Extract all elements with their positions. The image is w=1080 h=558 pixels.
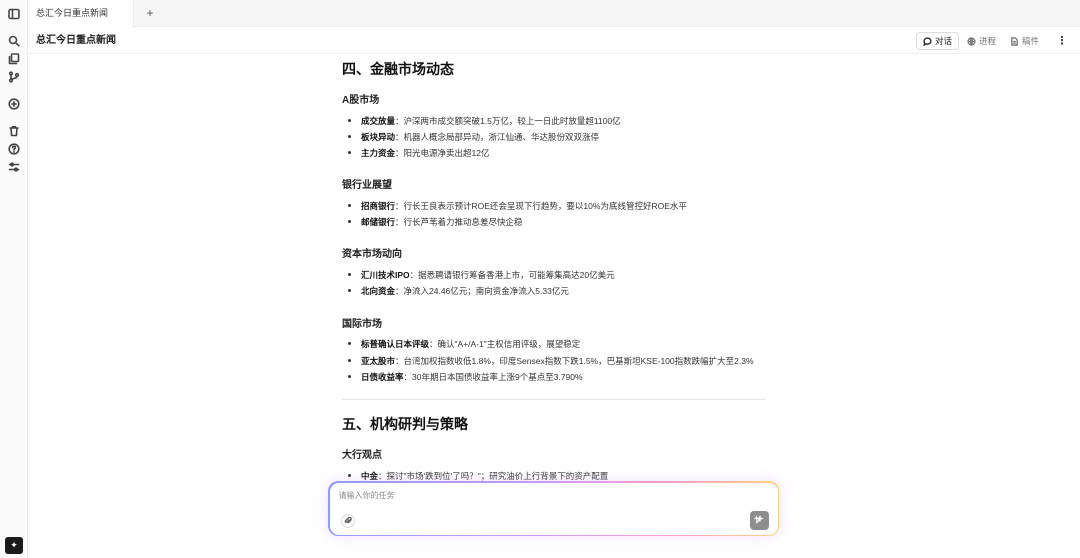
document-icon — [1011, 36, 1018, 46]
app-logo-icon[interactable]: ✦ — [5, 537, 23, 554]
tab-progress[interactable]: 进程 — [961, 32, 1002, 50]
item-key: 中金 — [361, 471, 379, 481]
composer — [328, 481, 779, 536]
item-text: ：净流入24.46亿元；南向资金净流入5.33亿元 — [395, 286, 569, 296]
list-item: 标普确认日本评级：确认"A+/A-1"主权信用评级，展望稳定 — [348, 338, 580, 350]
section-title: 五、机构研判与策略 — [342, 416, 468, 432]
item-text: ：探讨"市场'跌到位'了吗？"；研究油价上行背景下的资产配置 — [378, 471, 609, 481]
tab-active[interactable]: 总汇今日重点新闻 — [28, 0, 134, 27]
list-item: 主力资金：阳光电源净卖出超12亿 — [348, 147, 489, 159]
settings-sliders-icon[interactable] — [7, 160, 21, 174]
item-key: 北向资金 — [361, 286, 396, 296]
tab-manuscript[interactable]: 稿件 — [1004, 32, 1045, 50]
task-input[interactable] — [338, 490, 719, 500]
item-key: 板块异动 — [361, 132, 396, 142]
item-key: 主力资金 — [361, 148, 396, 158]
tab-progress-label: 进程 — [979, 36, 997, 46]
paperclip-icon — [344, 516, 352, 524]
chat-bubble-icon — [923, 36, 932, 46]
list-item: 亚太股市：台湾加权指数收低1.8%，印度Sensex指数下跌1.5%，巴基斯坦K… — [348, 355, 754, 367]
section-title: 四、金融市场动态 — [342, 61, 454, 77]
page-title: 总汇今日重点新闻 — [36, 35, 116, 46]
item-text: ：机器人概念局部异动，浙江仙通、华达股份双双涨停 — [395, 132, 600, 142]
item-text: ：行长芦苇着力推动息差尽快企稳 — [395, 217, 523, 227]
item-text: ：台湾加权指数收低1.8%，印度Sensex指数下跌1.5%，巴基斯坦KSE-1… — [395, 356, 754, 366]
copy-icon[interactable] — [7, 52, 21, 66]
chat-add-icon[interactable] — [7, 97, 21, 111]
group-title: A股市场 — [342, 95, 380, 106]
attach-button[interactable] — [340, 513, 355, 528]
new-tab-button[interactable]: + — [141, 0, 159, 27]
tab-manuscript-label: 稿件 — [1022, 36, 1040, 46]
list-item: 邮储银行：行长芦苇着力推动息差尽快企稳 — [348, 216, 523, 228]
group-title: 银行业展望 — [342, 180, 392, 191]
more-options-button[interactable]: ⋮ — [1054, 32, 1070, 50]
composer-box — [329, 482, 778, 535]
item-text: ：行长王良表示预计ROE还会呈现下行趋势，要以10%为底线管控好ROE水平 — [395, 201, 687, 211]
item-key: 邮储银行 — [361, 217, 396, 227]
help-icon[interactable] — [7, 142, 21, 156]
list-item: 招商银行：行长王良表示预计ROE还会呈现下行趋势，要以10%为底线管控好ROE水… — [348, 200, 687, 212]
send-button[interactable] — [749, 510, 769, 530]
list-item: 成交放量：沪深两市成交额突破1.5万亿，较上一日此时放量超1100亿 — [348, 115, 621, 127]
list-item: 日债收益率：30年期日本国债收益率上涨9个基点至3.790% — [348, 371, 583, 383]
item-text: ：30年期日本国债收益率上涨9个基点至3.790% — [403, 372, 583, 382]
tab-chat-label: 对话 — [935, 36, 953, 46]
list-item: 北向资金：净流入24.46亿元；南向资金净流入5.33亿元 — [348, 285, 569, 297]
group-title: 国际市场 — [342, 319, 382, 330]
globe-icon — [967, 36, 976, 46]
item-key: 汇川技术IPO — [361, 270, 410, 280]
item-key: 成交放量 — [361, 116, 396, 126]
item-text: ：确认"A+/A-1"主权信用评级，展望稳定 — [429, 339, 581, 349]
search-icon[interactable] — [7, 34, 21, 48]
section-divider — [342, 399, 766, 400]
list-item: 汇川技术IPO：据悉聘请银行筹备香港上市，可能筹集高达20亿美元 — [348, 269, 615, 281]
item-key: 日债收益率 — [361, 372, 404, 382]
tab-bar: 总汇今日重点新闻 + — [28, 0, 1080, 27]
app-window: ✦ 总汇今日重点新闻 + 总汇今日重点新闻 对话 进程 稿件 ⋮ 四、金融市场动 — [0, 0, 1080, 558]
item-text: ：阳光电源净卖出超12亿 — [395, 148, 490, 158]
branch-icon[interactable] — [7, 70, 21, 84]
trash-icon[interactable] — [7, 124, 21, 138]
item-key: 亚太股市 — [361, 356, 396, 366]
send-sparkle-icon — [754, 515, 764, 524]
panel-toggle-icon[interactable] — [7, 7, 21, 21]
item-key: 招商银行 — [361, 201, 396, 211]
page-header: 总汇今日重点新闻 对话 进程 稿件 ⋮ — [28, 27, 1080, 54]
group-title: 资本市场动向 — [342, 249, 402, 260]
sidebar-rail: ✦ — [0, 0, 28, 558]
group-title: 大行观点 — [342, 450, 382, 461]
list-item: 板块异动：机器人概念局部异动，浙江仙通、华达股份双双涨停 — [348, 131, 599, 143]
item-text: ：沪深两市成交额突破1.5万亿，较上一日此时放量超1100亿 — [395, 116, 621, 126]
view-mode-switch: 对话 进程 稿件 — [916, 32, 1045, 50]
tab-chat[interactable]: 对话 — [916, 32, 960, 50]
item-text: ：据悉聘请银行筹备香港上市，可能筹集高达20亿美元 — [409, 270, 615, 280]
item-key: 标普确认日本评级 — [361, 339, 430, 349]
